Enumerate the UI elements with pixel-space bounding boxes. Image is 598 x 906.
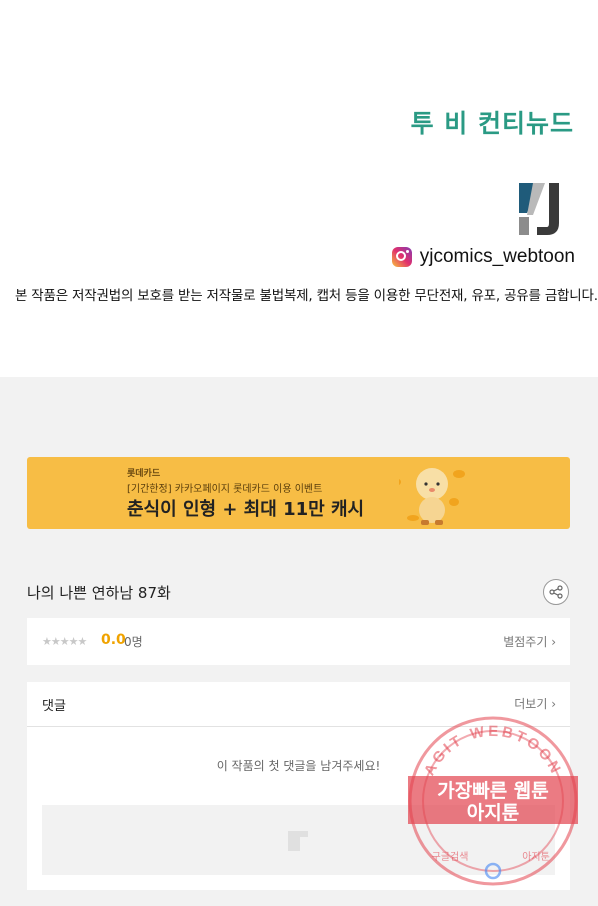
rate-button[interactable]: 별점주기 ›: [503, 633, 556, 650]
rating-count: 0명: [124, 635, 143, 649]
share-icon: [549, 585, 563, 599]
watermark-arc-text: AGIT WEBTOON: [421, 723, 562, 779]
watermark-bottom-left: 구글검색: [432, 851, 469, 863]
choonsik-character-icon: [399, 468, 465, 525]
promo-banner[interactable]: 롯데카드 [기간한정] 카카오페이지 롯데카드 이용 이벤트 춘식이 인형 + …: [27, 457, 570, 529]
share-button[interactable]: [543, 579, 569, 605]
svg-text:AGIT WEBTOON: AGIT WEBTOON: [421, 723, 565, 779]
to-be-continued-title: 투 비 컨티뉴드: [410, 109, 574, 138]
rating-section: ★★★★★ 0.0 0명 별점주기 ›: [27, 618, 570, 665]
more-comments-link[interactable]: 더보기 ›: [514, 695, 556, 712]
watermark-bottom-right: 아지툰: [522, 851, 550, 863]
watermark-line1: 가장빠른 웹툰: [437, 780, 549, 802]
banner-headline: 춘식이 인형 + 최대 11만 캐시: [127, 499, 365, 520]
comment-placeholder-icon: [288, 831, 308, 851]
watermark-line2: 아지툰: [467, 802, 519, 824]
yj-comics-logo: [519, 183, 559, 235]
banner-subtitle: [기간한정] 카카오페이지 롯데카드 이용 이벤트: [127, 484, 323, 495]
copyright-notice: 본 작품은 저작권법의 보호를 받는 저작물로 불법복제, 캡처 등을 이용한 …: [15, 288, 598, 304]
instagram-handle: yjcomics_webtoon: [419, 246, 575, 267]
rating-stars-icon: ★★★★★: [42, 635, 87, 648]
episode-title: 나의 나쁜 연하남 87화: [27, 584, 171, 602]
instagram-row: yjcomics_webtoon: [391, 246, 575, 268]
agit-webtoon-watermark: AGIT WEBTOON 가장빠른 웹툰 아지툰 구글검색 아지툰: [408, 716, 578, 886]
rating-score: 0.0: [101, 632, 126, 648]
instagram-icon: [391, 247, 412, 267]
banner-brand: 롯데카드: [127, 469, 161, 479]
comment-title: 댓글: [42, 699, 66, 714]
episode-end-panel: 투 비 컨티뉴드 yjcomics_webtoon 본 작품은 저작권법의 보호…: [0, 0, 598, 377]
